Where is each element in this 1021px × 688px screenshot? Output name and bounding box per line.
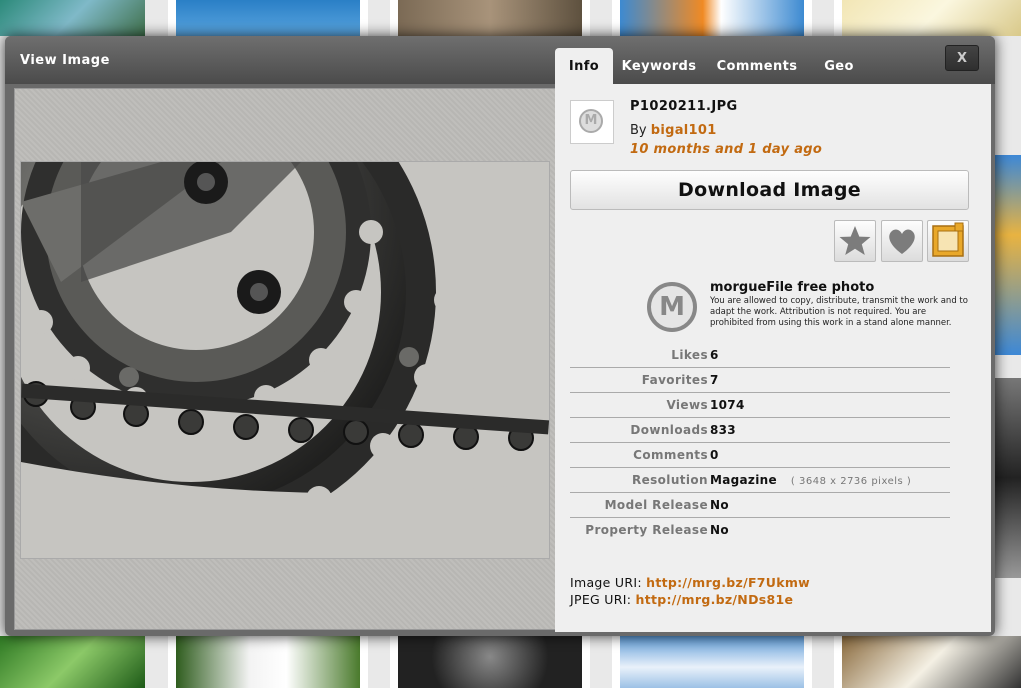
stat-value: No [710,498,729,512]
tab-geo[interactable]: Geo [809,48,869,84]
gallery-thumbnail[interactable] [390,636,590,688]
resolution-pixels: ( 3648 x 2736 pixels ) [790,476,912,487]
stat-row-views: Views 1074 [570,393,950,418]
image-preview-pane [14,88,556,630]
stat-row-likes: Likes 6 [570,343,950,368]
tab-info[interactable]: Info [555,48,613,84]
stat-label: Views [666,398,708,412]
gallery-thumbnail[interactable] [834,636,1021,688]
image-filename: P1020211.JPG [630,99,738,114]
gallery-thumbnail[interactable] [993,155,1021,355]
stat-label: Property Release [585,523,708,537]
gallery-thumbnail[interactable] [168,0,368,36]
stat-label: Favorites [641,373,708,387]
stat-row-property-release: Property Release No [570,518,950,543]
view-image-modal: View Image Info Keywords Comments Geo X [5,36,995,636]
image-uri-link[interactable]: http://mrg.bz/F7Ukmw [646,575,810,590]
gallery-thumbnail[interactable] [993,378,1021,578]
download-image-button[interactable]: Download Image [570,170,969,210]
stat-label: Model Release [604,498,708,512]
gallery-thumbnail[interactable] [612,0,812,36]
close-button[interactable]: X [945,45,979,71]
info-panel: M P1020211.JPG By bigal101 10 months and… [555,84,991,632]
gallery-thumbnail[interactable] [834,0,1021,36]
stat-label: Likes [671,348,708,362]
morguefile-logo-icon: M [579,109,603,133]
photo-bike-chainring[interactable] [20,161,550,559]
gallery-thumbnail[interactable] [390,0,590,36]
tab-comments[interactable]: Comments [705,48,809,84]
stat-label: Comments [633,448,708,462]
license-text: You are allowed to copy, distribute, tra… [710,296,968,328]
image-uri-label: Image URI: [570,575,642,590]
jpeg-uri-line: JPEG URI: http://mrg.bz/NDs81e [570,592,793,607]
favorite-button[interactable] [834,220,876,262]
stat-label: Resolution [631,473,708,487]
modal-title: View Image [20,53,110,68]
heart-icon [889,229,915,254]
stat-value: 833 [710,423,736,437]
stat-label: Downloads [630,423,708,437]
lightbox-button[interactable] [927,220,969,262]
resolution-name: Magazine [710,473,777,487]
lightbox-icon [932,222,964,257]
jpeg-uri-link[interactable]: http://mrg.bz/NDs81e [636,592,794,607]
stat-value: Magazine ( 3648 x 2736 pixels ) [710,473,911,487]
stat-row-resolution: Resolution Magazine ( 3648 x 2736 pixels … [570,468,950,493]
stat-row-comments: Comments 0 [570,443,950,468]
star-icon [839,226,871,255]
gallery-thumbnail[interactable] [0,636,145,688]
gallery-thumbnail[interactable] [0,0,145,36]
jpeg-uri-label: JPEG URI: [570,592,632,607]
stat-row-favorites: Favorites 7 [570,368,950,393]
license-title: morgueFile free photo [710,280,875,295]
author-link[interactable]: bigal101 [651,123,717,138]
image-stats-table: Likes 6 Favorites 7 Views 1074 Downloads… [570,343,950,543]
stat-value: 1074 [710,398,745,412]
author-avatar[interactable]: M [570,100,614,144]
tab-keywords[interactable]: Keywords [613,48,705,84]
gallery-thumbnail[interactable] [168,636,368,688]
by-prefix: By [630,123,647,138]
stat-value: No [710,523,729,537]
stat-value: 6 [710,348,719,362]
morguefile-license-icon: M [647,282,697,332]
stat-row-model-release: Model Release No [570,493,950,518]
gallery-thumbnail[interactable] [612,636,812,688]
stat-row-downloads: Downloads 833 [570,418,950,443]
stat-value: 0 [710,448,719,462]
photo-illustration [21,162,549,558]
image-uri-line: Image URI: http://mrg.bz/F7Ukmw [570,575,810,590]
like-button[interactable] [881,220,923,262]
upload-age: 10 months and 1 day ago [630,142,823,157]
byline: By bigal101 [630,123,717,138]
stat-value: 7 [710,373,719,387]
